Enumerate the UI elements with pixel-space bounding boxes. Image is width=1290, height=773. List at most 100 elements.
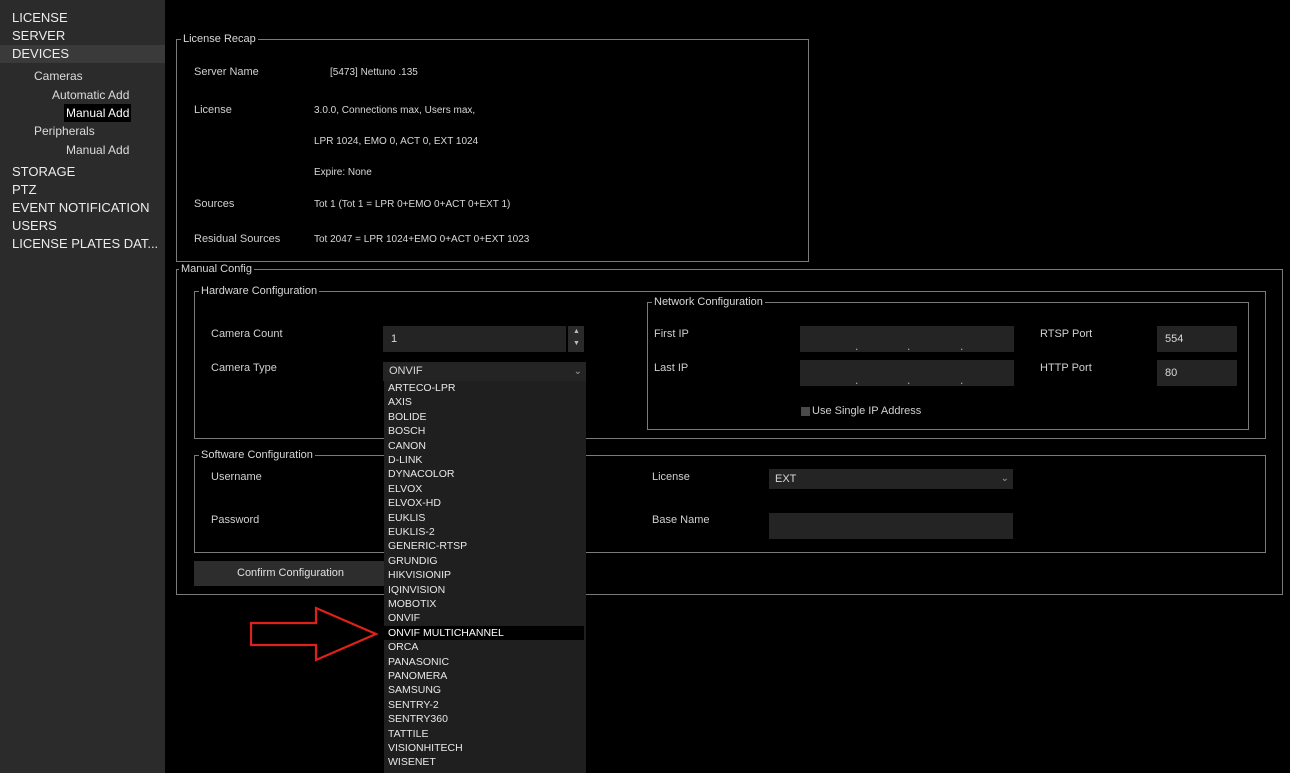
license-recap-group: License Recap bbox=[176, 32, 809, 262]
sidebar-item-peripherals-manual-add[interactable]: Manual Add bbox=[0, 141, 165, 159]
chevron-down-icon: ⌄ bbox=[1000, 473, 1009, 484]
camera-type-option[interactable]: VISIONHITECH bbox=[384, 741, 584, 755]
http-port-label: HTTP Port bbox=[1040, 362, 1092, 374]
camera-type-select[interactable]: ONVIF ⌄ bbox=[383, 362, 586, 381]
residual-sources-value: Tot 2047 = LPR 1024+EMO 0+ACT 0+EXT 1023 bbox=[314, 234, 530, 245]
use-single-ip-checkbox[interactable] bbox=[801, 407, 810, 416]
sidebar-item-cameras-manual-add[interactable]: Manual Add bbox=[0, 104, 165, 122]
camera-type-option[interactable]: GENERIC-RTSP bbox=[384, 539, 584, 553]
ip-separator: . bbox=[855, 339, 859, 353]
base-name-input[interactable] bbox=[769, 513, 1013, 539]
license-recap-title: License Recap bbox=[181, 32, 258, 46]
last-ip-input[interactable]: . . . bbox=[800, 360, 1014, 387]
sidebar-item-label: Manual Add bbox=[66, 143, 130, 157]
camera-type-option[interactable]: MOBOTIX bbox=[384, 597, 584, 611]
ip-separator: . bbox=[960, 373, 964, 387]
sidebar-item-label: LICENSE bbox=[12, 10, 68, 25]
camera-type-option[interactable]: ONVIF MULTICHANNEL bbox=[384, 625, 584, 641]
first-ip-label: First IP bbox=[654, 328, 689, 340]
residual-sources-label: Residual Sources bbox=[194, 233, 281, 245]
sidebar-item-storage[interactable]: STORAGE bbox=[0, 163, 165, 181]
camera-type-option[interactable]: WISENET bbox=[384, 755, 584, 769]
camera-type-option[interactable]: ARTECO-LPR bbox=[384, 381, 584, 395]
sidebar-item-label: Manual Add bbox=[64, 104, 132, 122]
sources-value: Tot 1 (Tot 1 = LPR 0+EMO 0+ACT 0+EXT 1) bbox=[314, 199, 511, 210]
sidebar-item-event-notification[interactable]: EVENT NOTIFICATION bbox=[0, 199, 165, 217]
http-port-input[interactable]: 80 bbox=[1157, 360, 1237, 386]
camera-type-option[interactable]: SAMSUNG bbox=[384, 683, 584, 697]
sidebar-item-server[interactable]: SERVER bbox=[0, 27, 165, 45]
sidebar-item-license[interactable]: LICENSE bbox=[0, 9, 165, 27]
camera-type-option[interactable]: TATTILE bbox=[384, 727, 584, 741]
ip-separator: . bbox=[855, 373, 859, 387]
server-name-value: [5473] Nettuno .135 bbox=[330, 67, 418, 78]
stepper-down-icon[interactable]: ▼ bbox=[573, 340, 580, 347]
camera-type-option[interactable]: SENTRY-2 bbox=[384, 698, 584, 712]
camera-type-option[interactable]: HIKVISIONIP bbox=[384, 568, 584, 582]
software-license-label: License bbox=[652, 471, 690, 483]
sidebar-item-label: DEVICES bbox=[12, 46, 70, 61]
arrow-outline bbox=[249, 606, 379, 662]
camera-type-option[interactable]: ELVOX-HD bbox=[384, 496, 584, 510]
sidebar-item-cameras[interactable]: Cameras bbox=[0, 67, 165, 85]
camera-type-option[interactable]: BOSCH bbox=[384, 424, 584, 438]
camera-type-option[interactable]: BOLIDE bbox=[384, 410, 584, 424]
camera-type-option[interactable]: ORCA bbox=[384, 640, 584, 654]
camera-type-label: Camera Type bbox=[211, 362, 277, 374]
first-ip-input[interactable]: . . . bbox=[800, 326, 1014, 353]
software-config-group: Software Configuration bbox=[194, 448, 1266, 553]
camera-type-option[interactable]: PANOMERA bbox=[384, 669, 584, 683]
rtsp-port-label: RTSP Port bbox=[1040, 328, 1093, 340]
manual-config-title: Manual Config bbox=[179, 262, 254, 276]
hardware-config-title: Hardware Configuration bbox=[199, 284, 320, 298]
sidebar-item-label: Cameras bbox=[34, 69, 83, 83]
sidebar-item-label: Peripherals bbox=[34, 124, 95, 138]
camera-type-option[interactable]: ELVOX bbox=[384, 482, 584, 496]
license-expire: Expire: None bbox=[314, 167, 372, 178]
license-value-line1: 3.0.0, Connections max, Users max, bbox=[314, 105, 476, 116]
sidebar: LICENSE SERVER DEVICES Cameras Automatic… bbox=[0, 0, 165, 773]
network-config-title: Network Configuration bbox=[652, 295, 765, 309]
sidebar-item-label: USERS bbox=[12, 218, 57, 233]
camera-count-stepper[interactable]: ▲ ▼ bbox=[568, 326, 584, 352]
camera-type-option[interactable]: EUKLIS-2 bbox=[384, 525, 584, 539]
last-ip-label: Last IP bbox=[654, 362, 689, 374]
sidebar-item-license-plates[interactable]: LICENSE PLATES DAT... bbox=[0, 235, 165, 253]
chevron-down-icon: ⌄ bbox=[573, 366, 582, 377]
sidebar-item-users[interactable]: USERS bbox=[0, 217, 165, 235]
camera-type-option[interactable]: CANON bbox=[384, 439, 584, 453]
camera-type-selected: ONVIF bbox=[389, 365, 423, 377]
sidebar-item-ptz[interactable]: PTZ bbox=[0, 181, 165, 199]
software-license-select[interactable]: EXT ⌄ bbox=[769, 469, 1013, 489]
sidebar-item-label: PTZ bbox=[12, 182, 37, 197]
stepper-up-icon[interactable]: ▲ bbox=[573, 328, 580, 335]
ip-separator: . bbox=[907, 339, 911, 353]
sidebar-item-devices[interactable]: DEVICES bbox=[0, 45, 165, 63]
camera-type-option[interactable]: GRUNDIG bbox=[384, 554, 584, 568]
confirm-configuration-button[interactable]: Confirm Configuration bbox=[194, 561, 387, 586]
camera-type-option[interactable]: AXIS bbox=[384, 395, 584, 409]
sidebar-item-peripherals[interactable]: Peripherals bbox=[0, 122, 165, 140]
sidebar-item-cameras-automatic-add[interactable]: Automatic Add bbox=[0, 86, 165, 104]
ip-separator: . bbox=[907, 373, 911, 387]
red-arrow-icon bbox=[249, 606, 379, 662]
camera-count-input[interactable]: 1 bbox=[383, 326, 566, 352]
software-license-selected: EXT bbox=[775, 473, 797, 485]
base-name-label: Base Name bbox=[652, 514, 710, 526]
camera-type-option[interactable]: IQINVISION bbox=[384, 583, 584, 597]
camera-type-option[interactable]: PANASONIC bbox=[384, 655, 584, 669]
sidebar-item-label: EVENT NOTIFICATION bbox=[12, 200, 150, 215]
camera-type-option[interactable]: ONVIF bbox=[384, 611, 584, 625]
camera-type-option[interactable]: EUKLIS bbox=[384, 511, 584, 525]
sidebar-item-label: STORAGE bbox=[12, 164, 76, 179]
ip-separator: . bbox=[960, 339, 964, 353]
camera-type-dropdown-list[interactable]: ARTECO-LPR AXIS BOLIDE BOSCH CANON D-LINK DYNA… bbox=[384, 381, 586, 773]
camera-type-option[interactable]: D-LINK bbox=[384, 453, 584, 467]
sidebar-item-label: Automatic Add bbox=[52, 88, 130, 102]
camera-type-option[interactable]: SENTRY360 bbox=[384, 712, 584, 726]
password-label: Password bbox=[211, 514, 260, 526]
server-name-label: Server Name bbox=[194, 66, 259, 78]
license-value-line2: LPR 1024, EMO 0, ACT 0, EXT 1024 bbox=[314, 136, 479, 147]
rtsp-port-input[interactable]: 554 bbox=[1157, 326, 1237, 352]
camera-type-option[interactable]: DYNACOLOR bbox=[384, 467, 584, 481]
